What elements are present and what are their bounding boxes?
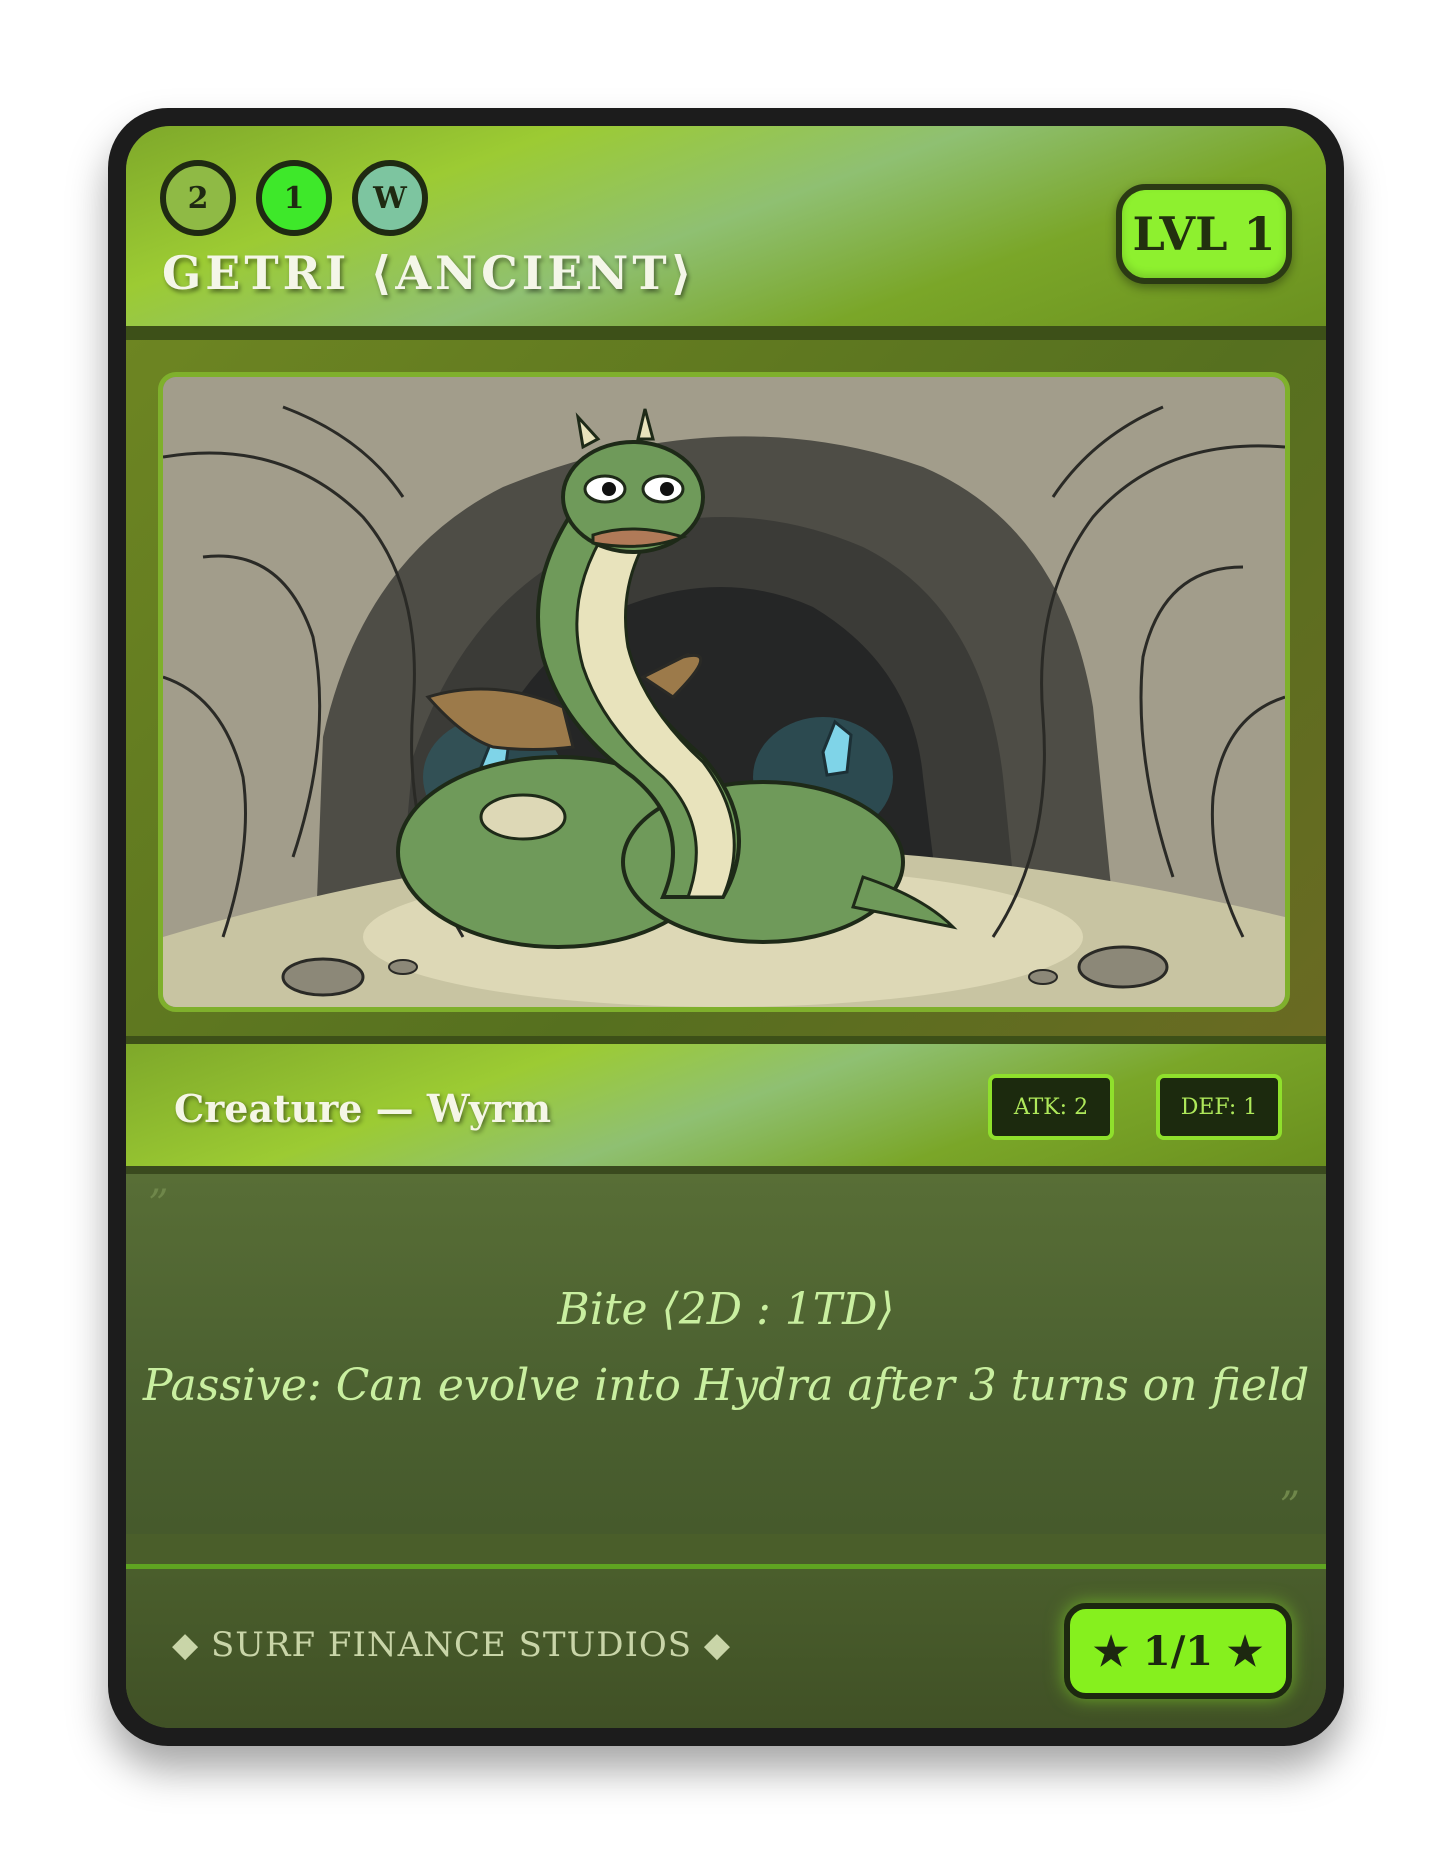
level-badge: LVL 1 bbox=[1116, 184, 1292, 284]
ability-box: ” Bite ⟨2D : 1TD⟩ Passive: Can evolve in… bbox=[126, 1174, 1326, 1534]
card-header: 2 1 W GETRI ⟨ANCIENT⟩ LVL 1 bbox=[126, 126, 1326, 338]
cost-gem-green: 1 bbox=[256, 160, 332, 236]
defense-stat: DEF: 1 bbox=[1156, 1074, 1282, 1140]
attack-stat: ATK: 2 bbox=[988, 1074, 1114, 1140]
card-title: GETRI ⟨ANCIENT⟩ bbox=[162, 246, 696, 300]
cost-gem-water: W bbox=[352, 160, 428, 236]
open-quote-mark: ” bbox=[148, 1182, 169, 1228]
header-divider bbox=[126, 326, 1326, 340]
game-card[interactable]: 2 1 W GETRI ⟨ANCIENT⟩ LVL 1 Creature — W… bbox=[108, 108, 1344, 1746]
edition-badge: ★ 1/1 ★ bbox=[1064, 1603, 1292, 1699]
cost-gem-generic: 2 bbox=[160, 160, 236, 236]
ability-passive: Passive: Can evolve into Hydra after 3 t… bbox=[142, 1360, 1310, 1411]
type-divider bbox=[126, 1166, 1326, 1174]
art-divider bbox=[126, 1036, 1326, 1044]
studio-credit: ◆ SURF FINANCE STUDIOS ◆ bbox=[172, 1625, 732, 1665]
ability-bite: Bite ⟨2D : 1TD⟩ bbox=[557, 1284, 895, 1335]
card-footer: ◆ SURF FINANCE STUDIOS ◆ ★ 1/1 ★ bbox=[126, 1569, 1326, 1728]
type-bar: Creature — Wyrm ATK: 2 DEF: 1 bbox=[126, 1044, 1326, 1168]
type-line: Creature — Wyrm bbox=[174, 1086, 552, 1131]
card-inner: 2 1 W GETRI ⟨ANCIENT⟩ LVL 1 Creature — W… bbox=[126, 126, 1326, 1728]
card-art bbox=[158, 372, 1290, 1012]
close-quote-mark: ” bbox=[1279, 1484, 1300, 1530]
